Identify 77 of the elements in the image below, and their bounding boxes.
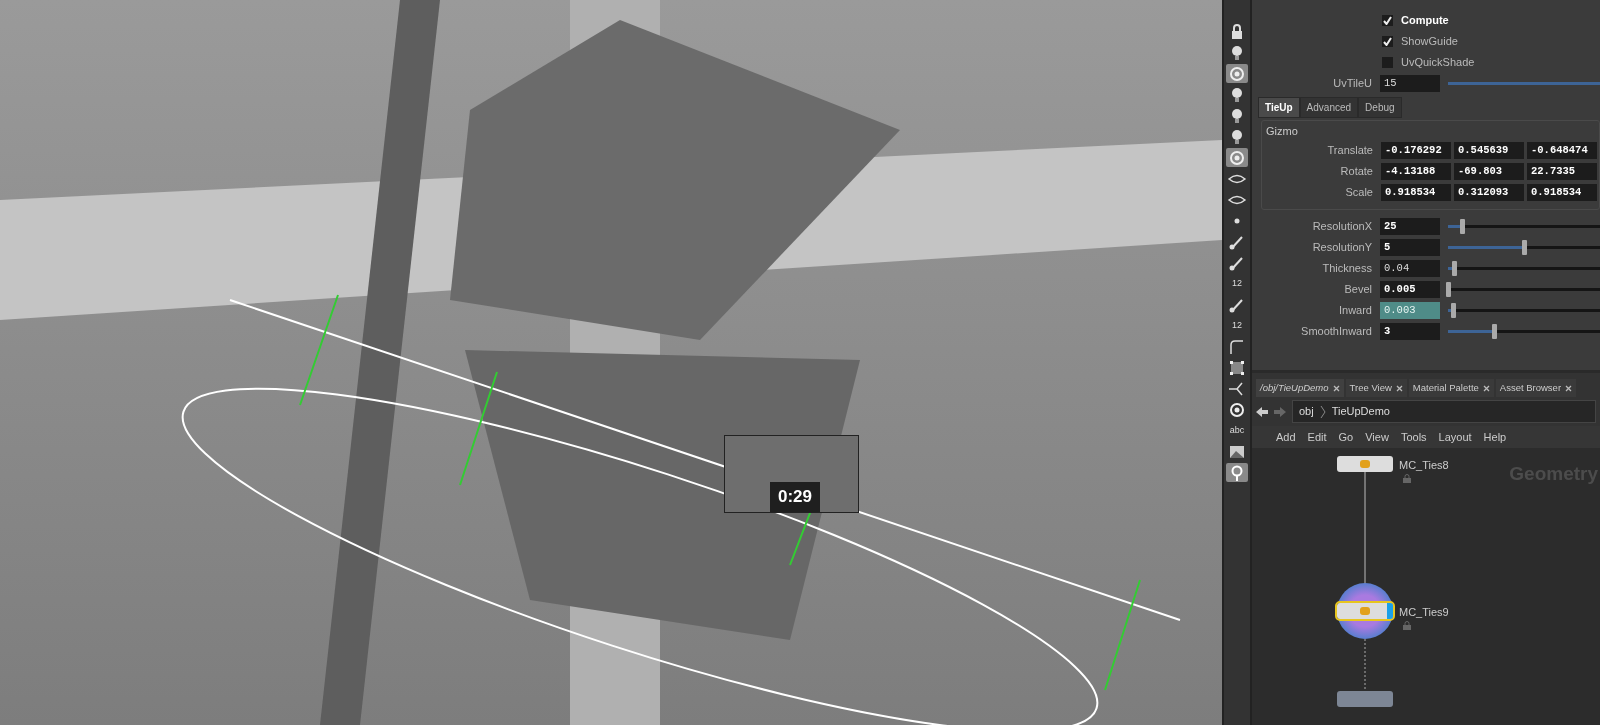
field-label: ResolutionX (1311, 218, 1373, 234)
input-field[interactable]: -0.648474 (1527, 141, 1597, 159)
slider-handle[interactable] (1446, 281, 1451, 297)
close-icon[interactable] (1332, 384, 1340, 392)
field-label: Bevel (1343, 281, 1373, 297)
field-label: Rotate (1339, 163, 1374, 179)
checkbox[interactable] (1382, 15, 1393, 26)
toolbar-button[interactable]: 12 (1226, 274, 1248, 293)
input-field[interactable]: -0.176292 (1381, 141, 1451, 159)
slider-handle[interactable] (1459, 218, 1465, 234)
input-field[interactable]: 5 (1380, 238, 1440, 256)
field-label: Inward (1337, 302, 1373, 318)
menu-item[interactable]: Help (1483, 428, 1507, 446)
menu-item[interactable]: Go (1338, 428, 1354, 446)
menu-item[interactable]: View (1365, 428, 1389, 446)
close-icon[interactable] (1395, 384, 1403, 392)
slider-handle[interactable] (1452, 260, 1458, 276)
input-field[interactable]: 0.003 (1380, 301, 1440, 319)
timestamp: 0:29 (770, 482, 821, 512)
node-name: MC_Ties8 (1399, 458, 1449, 474)
node-icon (1359, 459, 1371, 470)
back-arrow-icon[interactable] (1256, 406, 1268, 417)
node-name: MC_Ties9 (1399, 605, 1449, 621)
tab[interactable]: Debug (1358, 97, 1402, 118)
close-icon[interactable] (1565, 384, 1573, 392)
input-field[interactable]: 0.918534 (1381, 183, 1451, 201)
close-icon[interactable] (1482, 384, 1490, 392)
tab-label: /obj/TieUpDemo (1260, 381, 1329, 395)
input-field[interactable]: -4.13188 (1381, 162, 1451, 180)
field-label: Scale (1344, 184, 1374, 200)
tab[interactable]: Asset Browser (1495, 379, 1577, 398)
menu-item[interactable]: Edit (1307, 428, 1327, 446)
field-label: UvTileU (1332, 76, 1373, 92)
slider-handle[interactable] (1450, 302, 1456, 318)
tab[interactable]: TieUp (1258, 97, 1300, 118)
field-label: SmoothInward (1300, 323, 1373, 339)
toolbar-button[interactable]: abc (1226, 421, 1248, 440)
slider-handle[interactable] (1522, 239, 1527, 255)
pin-icon[interactable] (1226, 463, 1248, 482)
node-icon (1359, 606, 1371, 617)
checkbox-label: ShowGuide (1401, 34, 1458, 50)
field-label: Translate (1326, 142, 1374, 158)
tab[interactable]: Tree View (1345, 379, 1407, 398)
chevron-icon (1319, 404, 1326, 419)
group-title: Gizmo (1266, 124, 1299, 139)
node[interactable] (1337, 691, 1393, 708)
tab[interactable]: Advanced (1299, 97, 1359, 118)
checkbox-label: UvQuickShade (1401, 55, 1475, 71)
input-field[interactable]: 22.7335 (1527, 162, 1597, 180)
input-field[interactable]: 25 (1380, 217, 1440, 235)
toolbar-button[interactable]: 12 (1226, 316, 1248, 335)
tab-label: Tree View (1349, 381, 1392, 395)
menu-item[interactable]: Add (1276, 428, 1296, 446)
input-field[interactable]: 3 (1380, 322, 1440, 340)
checkbox-label: Compute (1401, 13, 1449, 29)
input-field[interactable]: 0.005 (1380, 280, 1440, 298)
menu-item[interactable]: Layout (1438, 428, 1472, 446)
field-label: ResolutionY (1311, 239, 1373, 255)
field-label: Thickness (1321, 260, 1373, 276)
tab-label: Asset Browser (1499, 381, 1562, 395)
menu-item[interactable]: Tools (1400, 428, 1427, 446)
checkbox[interactable] (1382, 36, 1393, 47)
input-field[interactable]: -69.803 (1454, 162, 1524, 180)
node[interactable] (1337, 603, 1393, 620)
tab[interactable]: /obj/TieUpDemo (1256, 379, 1344, 398)
input-field[interactable]: 0.918534 (1527, 183, 1597, 201)
node[interactable] (1337, 456, 1393, 473)
input-field[interactable]: 0.04 (1380, 259, 1440, 277)
input-field[interactable]: 0.312093 (1454, 183, 1524, 201)
input-field[interactable]: 0.545639 (1454, 141, 1524, 159)
tab[interactable]: Material Palette (1408, 379, 1494, 398)
input-field[interactable]: 15 (1380, 75, 1440, 92)
path-segment[interactable]: obj (1299, 403, 1314, 420)
tab-label: Material Palette (1412, 381, 1479, 395)
checkbox[interactable] (1382, 57, 1393, 68)
path-segment[interactable]: TieUpDemo (1331, 403, 1390, 420)
slider-handle[interactable] (1491, 323, 1497, 339)
